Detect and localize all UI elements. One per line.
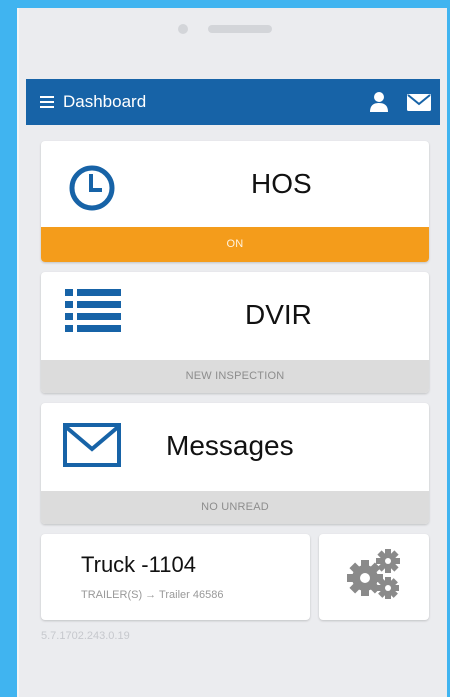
- list-icon: [65, 289, 121, 332]
- trailer-label: TRAILER(S) → Trailer 46586: [81, 589, 224, 601]
- truck-label: Truck -1104: [81, 552, 196, 577]
- envelope-icon: [63, 423, 121, 467]
- envelope-icon[interactable]: [407, 94, 431, 111]
- app-version: 5.7.1702.243.0.19: [41, 630, 130, 642]
- messages-card[interactable]: Messages NO UNREAD: [41, 403, 429, 524]
- speaker-grille: [208, 25, 272, 33]
- dvir-status-bar: NEW INSPECTION: [41, 360, 429, 393]
- top-app-bar: Dashboard: [26, 79, 440, 125]
- vehicle-card[interactable]: Truck -1104 TRAILER(S) → Trailer 46586: [41, 534, 310, 620]
- dvir-title: DVIR: [245, 299, 312, 330]
- user-icon[interactable]: [369, 91, 389, 113]
- hos-card[interactable]: HOS ON: [41, 141, 429, 262]
- gears-icon: [347, 549, 400, 599]
- hos-status-bar: ON: [41, 227, 429, 262]
- clock-icon: [69, 165, 115, 211]
- messages-status-bar: NO UNREAD: [41, 491, 429, 524]
- hamburger-menu-icon[interactable]: [40, 96, 54, 108]
- hos-title: HOS: [251, 168, 312, 199]
- dvir-card[interactable]: DVIR NEW INSPECTION: [41, 272, 429, 393]
- page-title[interactable]: Dashboard: [63, 93, 146, 111]
- settings-button[interactable]: [319, 534, 429, 620]
- camera-dot: [178, 24, 188, 34]
- messages-title: Messages: [166, 430, 294, 461]
- device-frame: Dashboard HOS ON DVIR NEW INSPECTION Mes…: [17, 8, 447, 697]
